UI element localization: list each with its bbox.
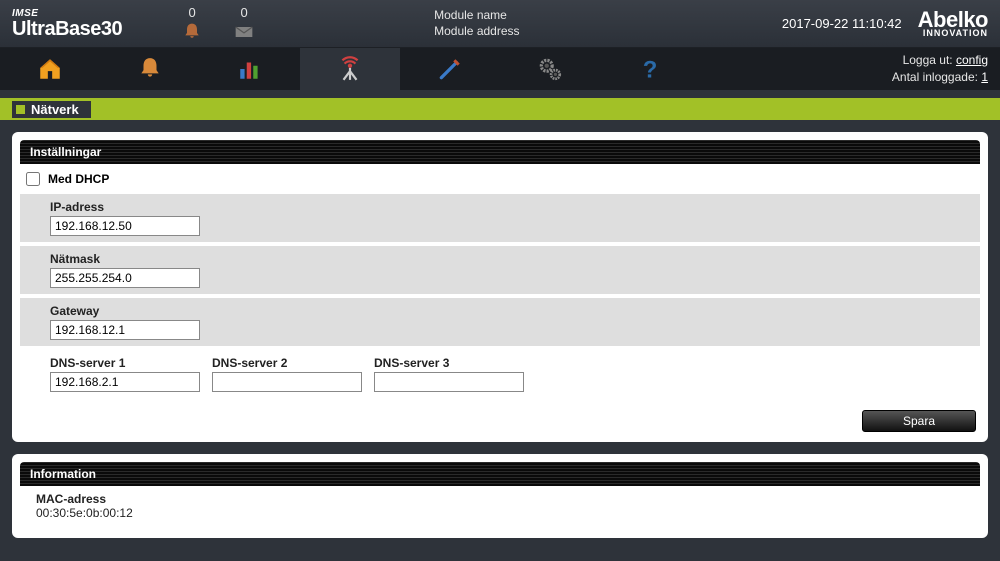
navbar: ? Logga ut: config Antal inloggade: 1 bbox=[0, 48, 1000, 90]
mail-counter[interactable]: 0 bbox=[234, 5, 254, 42]
ip-row: IP-adress bbox=[20, 194, 980, 246]
save-row: Spara bbox=[20, 402, 980, 434]
nav-stats[interactable] bbox=[200, 48, 300, 90]
nav-home[interactable] bbox=[0, 48, 100, 90]
abelko-logo-small: INNOVATION bbox=[923, 29, 988, 37]
dhcp-row: Med DHCP bbox=[20, 164, 980, 194]
logged-in-label: Antal inloggade: bbox=[892, 70, 978, 84]
bell-icon bbox=[182, 22, 202, 42]
netmask-input[interactable] bbox=[50, 268, 200, 288]
module-info: Module name Module address bbox=[434, 8, 519, 39]
logout-label: Logga ut: bbox=[903, 53, 953, 67]
gears-icon bbox=[537, 56, 563, 82]
screwdriver-icon bbox=[437, 56, 463, 82]
module-name-label: Module name bbox=[434, 8, 519, 24]
information-card: Information MAC-adress 00:30:5e:0b:00:12 bbox=[12, 454, 988, 538]
ip-label: IP-adress bbox=[50, 200, 968, 214]
brand-top: IMSE bbox=[12, 9, 122, 19]
dns-row: DNS-server 1 DNS-server 2 DNS-server 3 bbox=[20, 350, 980, 402]
nav-alarms[interactable] bbox=[100, 48, 200, 90]
info-body: MAC-adress 00:30:5e:0b:00:12 bbox=[20, 486, 980, 530]
nav-settings[interactable] bbox=[500, 48, 600, 90]
gateway-label: Gateway bbox=[50, 304, 968, 318]
save-button[interactable]: Spara bbox=[862, 410, 976, 432]
nav-communication[interactable] bbox=[300, 48, 400, 90]
nav-user-info: Logga ut: config Antal inloggade: 1 bbox=[892, 48, 1000, 90]
brand-logo: IMSE UltraBase30 bbox=[12, 9, 122, 39]
page-title-bar: Nätverk bbox=[0, 98, 1000, 120]
dhcp-label: Med DHCP bbox=[48, 172, 109, 186]
dns3-label: DNS-server 3 bbox=[374, 356, 524, 370]
dns1-input[interactable] bbox=[50, 372, 200, 392]
nav-help[interactable]: ? bbox=[600, 48, 700, 90]
information-header: Information bbox=[20, 462, 980, 486]
page-title: Nätverk bbox=[31, 101, 87, 118]
brand-name: UltraBase30 bbox=[12, 19, 122, 39]
module-address-label: Module address bbox=[434, 24, 519, 40]
question-icon: ? bbox=[637, 56, 663, 82]
mac-label: MAC-adress bbox=[36, 492, 964, 506]
alarm-counter[interactable]: 0 bbox=[182, 5, 202, 42]
header-counters: 0 0 bbox=[182, 5, 254, 42]
bell-icon bbox=[137, 56, 163, 82]
mail-icon bbox=[234, 22, 254, 42]
logout-link[interactable]: config bbox=[956, 53, 988, 67]
dns2-input[interactable] bbox=[212, 372, 362, 392]
mail-count: 0 bbox=[241, 5, 248, 20]
gateway-row: Gateway bbox=[20, 298, 980, 350]
gateway-input[interactable] bbox=[50, 320, 200, 340]
abelko-logo-big: Abelko bbox=[918, 10, 988, 30]
header-timestamp: 2017-09-22 11:10:42 bbox=[782, 16, 902, 31]
top-header: IMSE UltraBase30 0 0 Module name Module … bbox=[0, 0, 1000, 48]
home-icon bbox=[37, 56, 63, 82]
dns1-label: DNS-server 1 bbox=[50, 356, 200, 370]
mac-value: 00:30:5e:0b:00:12 bbox=[36, 506, 964, 520]
logged-in-count-link[interactable]: 1 bbox=[981, 70, 988, 84]
dhcp-checkbox[interactable] bbox=[26, 172, 40, 186]
svg-text:?: ? bbox=[643, 57, 658, 82]
netmask-row: Nätmask bbox=[20, 246, 980, 298]
dns2-label: DNS-server 2 bbox=[212, 356, 362, 370]
bar-chart-icon bbox=[237, 56, 263, 82]
nav-tools[interactable] bbox=[400, 48, 500, 90]
settings-header: Inställningar bbox=[20, 140, 980, 164]
antenna-icon bbox=[337, 56, 363, 82]
dns3-input[interactable] bbox=[374, 372, 524, 392]
abelko-logo: Abelko INNOVATION bbox=[918, 10, 988, 38]
alarm-count: 0 bbox=[189, 5, 196, 20]
ip-input[interactable] bbox=[50, 216, 200, 236]
netmask-label: Nätmask bbox=[50, 252, 968, 266]
settings-card: Inställningar Med DHCP IP-adress Nätmask… bbox=[12, 132, 988, 442]
